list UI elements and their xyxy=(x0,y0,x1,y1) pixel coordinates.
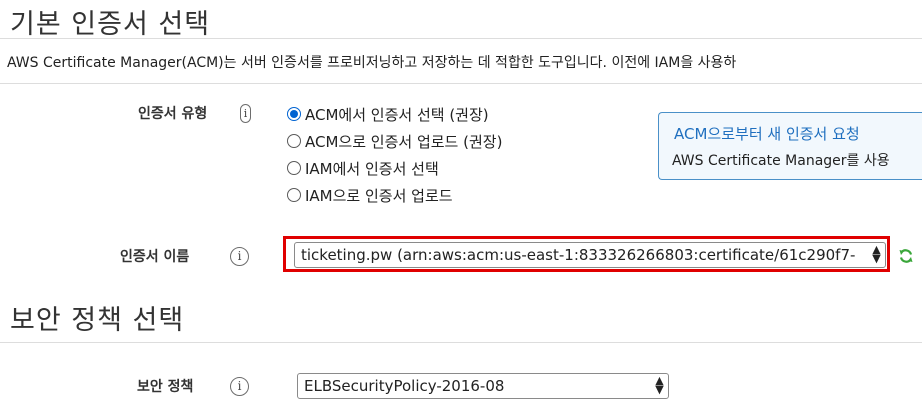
refresh-icon[interactable] xyxy=(898,248,914,264)
radio-option-acm-upload[interactable]: ACM으로 인증서 업로드 (권장) xyxy=(287,130,502,152)
request-certificate-callout: ACM으로부터 새 인증서 요청 AWS Certificate Manager… xyxy=(658,112,922,180)
request-new-certificate-link[interactable]: ACM으로부터 새 인증서 요청 xyxy=(674,123,860,144)
radio-button[interactable] xyxy=(287,161,301,175)
radio-label: ACM으로 인증서 업로드 (권장) xyxy=(305,132,503,151)
radio-label: IAM에서 인증서 선택 xyxy=(305,159,439,178)
cert-type-label: 인증서 유형 xyxy=(138,106,208,122)
select-arrow-icon: ▲ ▼ xyxy=(872,243,881,265)
section-title-default-certificate: 기본 인증서 선택 xyxy=(10,9,211,40)
security-policy-value: ELBSecurityPolicy-2016-08 xyxy=(304,377,505,395)
section-divider xyxy=(0,342,922,343)
radio-button[interactable] xyxy=(287,188,301,202)
acm-description: AWS Certificate Manager(ACM)는 서버 인증서를 프로… xyxy=(7,55,737,71)
radio-option-acm-select[interactable]: ACM에서 인증서 선택 (권장) xyxy=(287,103,489,125)
certificate-name-select[interactable]: ticketing.pw (arn:aws:acm:us-east-1:8333… xyxy=(294,242,886,268)
radio-option-iam-select[interactable]: IAM에서 인증서 선택 xyxy=(287,157,439,179)
section-divider xyxy=(0,38,922,39)
security-policy-label: 보안 정책 xyxy=(137,379,194,395)
security-policy-info-icon[interactable]: i xyxy=(230,377,249,396)
certificate-name-value: ticketing.pw (arn:aws:acm:us-east-1:8333… xyxy=(301,246,856,264)
radio-option-iam-upload[interactable]: IAM으로 인증서 업로드 xyxy=(287,184,453,206)
cert-name-label: 인증서 이름 xyxy=(120,249,190,265)
radio-label: IAM으로 인증서 업로드 xyxy=(305,186,453,205)
cert-name-info-icon[interactable]: i xyxy=(230,247,249,266)
select-arrow-icon: ▲ ▼ xyxy=(655,374,664,396)
radio-label: ACM에서 인증서 선택 (권장) xyxy=(305,105,489,124)
section-title-security-policy: 보안 정책 선택 xyxy=(10,305,185,336)
description-divider xyxy=(0,83,922,84)
cert-type-info-icon[interactable]: i xyxy=(240,104,251,123)
callout-description: AWS Certificate Manager를 사용 xyxy=(672,153,890,169)
radio-button-checked[interactable] xyxy=(287,107,301,121)
radio-button[interactable] xyxy=(287,134,301,148)
security-policy-select[interactable]: ELBSecurityPolicy-2016-08 ▲ ▼ xyxy=(297,373,669,399)
